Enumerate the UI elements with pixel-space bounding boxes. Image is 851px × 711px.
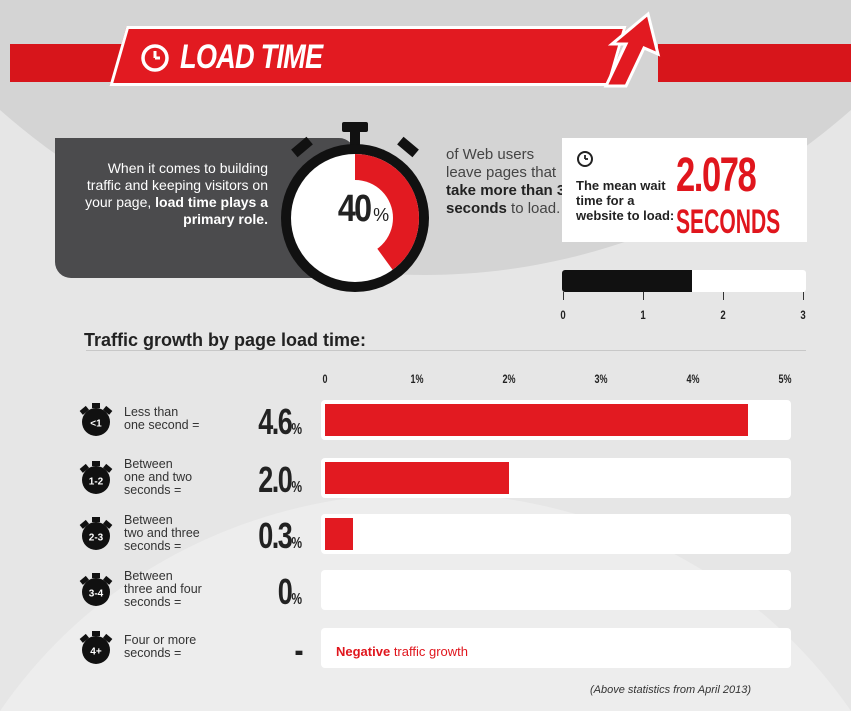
up-arrow-icon [603, 11, 661, 88]
web-users-text: of Web users leave pages that take more … [446, 146, 566, 218]
percent-readout: 40% [322, 188, 402, 231]
small-clock-icon [577, 151, 593, 167]
svg-text:2-3: 2-3 [89, 533, 104, 544]
row-label: Less than one second = [124, 406, 234, 432]
stopwatch-icon: 4+ [79, 631, 113, 664]
row-label-line: one second = [124, 418, 200, 432]
row-value-suffix: % [291, 479, 302, 496]
wait-axis-tick-label: 0 [560, 308, 566, 322]
row-label-line: seconds = [124, 646, 182, 660]
traffic-axis-tick-label: 3% [594, 372, 608, 386]
negative-bold: Negative [336, 644, 391, 659]
clock-icon [141, 43, 169, 72]
bar-track [321, 570, 791, 610]
wait-axis-tick [723, 292, 724, 300]
web-users-text-after: to load. [506, 200, 561, 217]
wait-time-label: The mean wait time for a website to load… [576, 178, 675, 223]
row-value-number: - [294, 629, 304, 670]
infographic-card: LOAD TIME When it comes to building traf… [0, 0, 851, 711]
percent-sign: % [373, 205, 390, 225]
row-label: Between one and two seconds = [124, 458, 234, 497]
wait-axis-tick-label: 2 [720, 308, 726, 322]
web-users-text-before: of Web users leave pages that [446, 146, 557, 181]
percent-number: 40 [337, 188, 372, 230]
row-value: - [250, 629, 304, 670]
row-value-number: 0.3 [258, 515, 293, 556]
footnote: (Above statistics from April 2013) [590, 684, 751, 696]
wait-axis: 0 1 2 3 [560, 292, 806, 322]
svg-text:4+: 4+ [90, 647, 102, 658]
divider [86, 350, 806, 351]
row-value: 0.3% [250, 515, 302, 564]
bar-track [321, 514, 791, 554]
row-value-suffix: % [291, 591, 302, 608]
banner-left-strip [10, 44, 122, 82]
traffic-axis-tick-label: 1% [410, 372, 424, 386]
row-label: Four or more seconds = [124, 634, 234, 660]
intro-text: When it comes to building traffic and ke… [78, 160, 268, 228]
svg-text:3-4: 3-4 [89, 589, 104, 600]
row-label-line: seconds = [124, 595, 182, 609]
traffic-axis-tick-label: 5% [778, 372, 792, 386]
negative-growth-note: Negative traffic growth [336, 644, 468, 659]
bar [325, 462, 509, 494]
stopwatch-icon: 3-4 [79, 573, 113, 606]
row-value-suffix: % [291, 421, 302, 438]
row-value-number: 2.0 [258, 459, 293, 500]
wait-axis-tick [563, 292, 564, 300]
wait-time-unit: SECONDS [676, 203, 781, 241]
row-label-line: seconds = [124, 483, 182, 497]
row-value: 2.0% [250, 459, 302, 508]
stopwatch-icon: 2-3 [79, 517, 113, 550]
row-value-number: 0 [277, 571, 293, 612]
intro-text-bold: load time plays a primary role. [155, 194, 268, 227]
wait-time-value: 2.078 [676, 149, 757, 202]
bar [325, 518, 353, 550]
bar [325, 404, 749, 436]
traffic-axis-tick-label: 2% [502, 372, 516, 386]
stopwatch-icon: 1-2 [79, 461, 113, 494]
wait-bar-fill [562, 270, 693, 292]
wait-axis-tick-label: 1 [640, 308, 646, 322]
title-group: LOAD TIME [140, 38, 358, 77]
row-label: Between two and three seconds = [124, 514, 234, 553]
traffic-chart-title: Traffic growth by page load time: [84, 330, 367, 350]
wait-axis-tick [803, 292, 804, 300]
row-value: 0% [250, 571, 302, 620]
wait-axis-tick [643, 292, 644, 300]
traffic-axis-tick-label: 4% [686, 372, 700, 386]
page-title: LOAD TIME [180, 38, 323, 76]
svg-text:1-2: 1-2 [89, 477, 104, 488]
row-label-line: seconds = [124, 539, 182, 553]
negative-rest: traffic growth [390, 644, 468, 659]
row-value-suffix: % [291, 535, 302, 552]
traffic-axis-tick-label: 0 [322, 372, 328, 386]
row-value-number: 4.6 [258, 401, 293, 442]
wait-axis-tick-label: 3 [800, 308, 806, 322]
row-value: 4.6% [250, 401, 302, 450]
stopwatch-icon: <1 [79, 403, 113, 436]
row-label: Between three and four seconds = [124, 570, 234, 609]
banner-right-strip [658, 44, 851, 82]
svg-text:<1: <1 [90, 419, 102, 430]
